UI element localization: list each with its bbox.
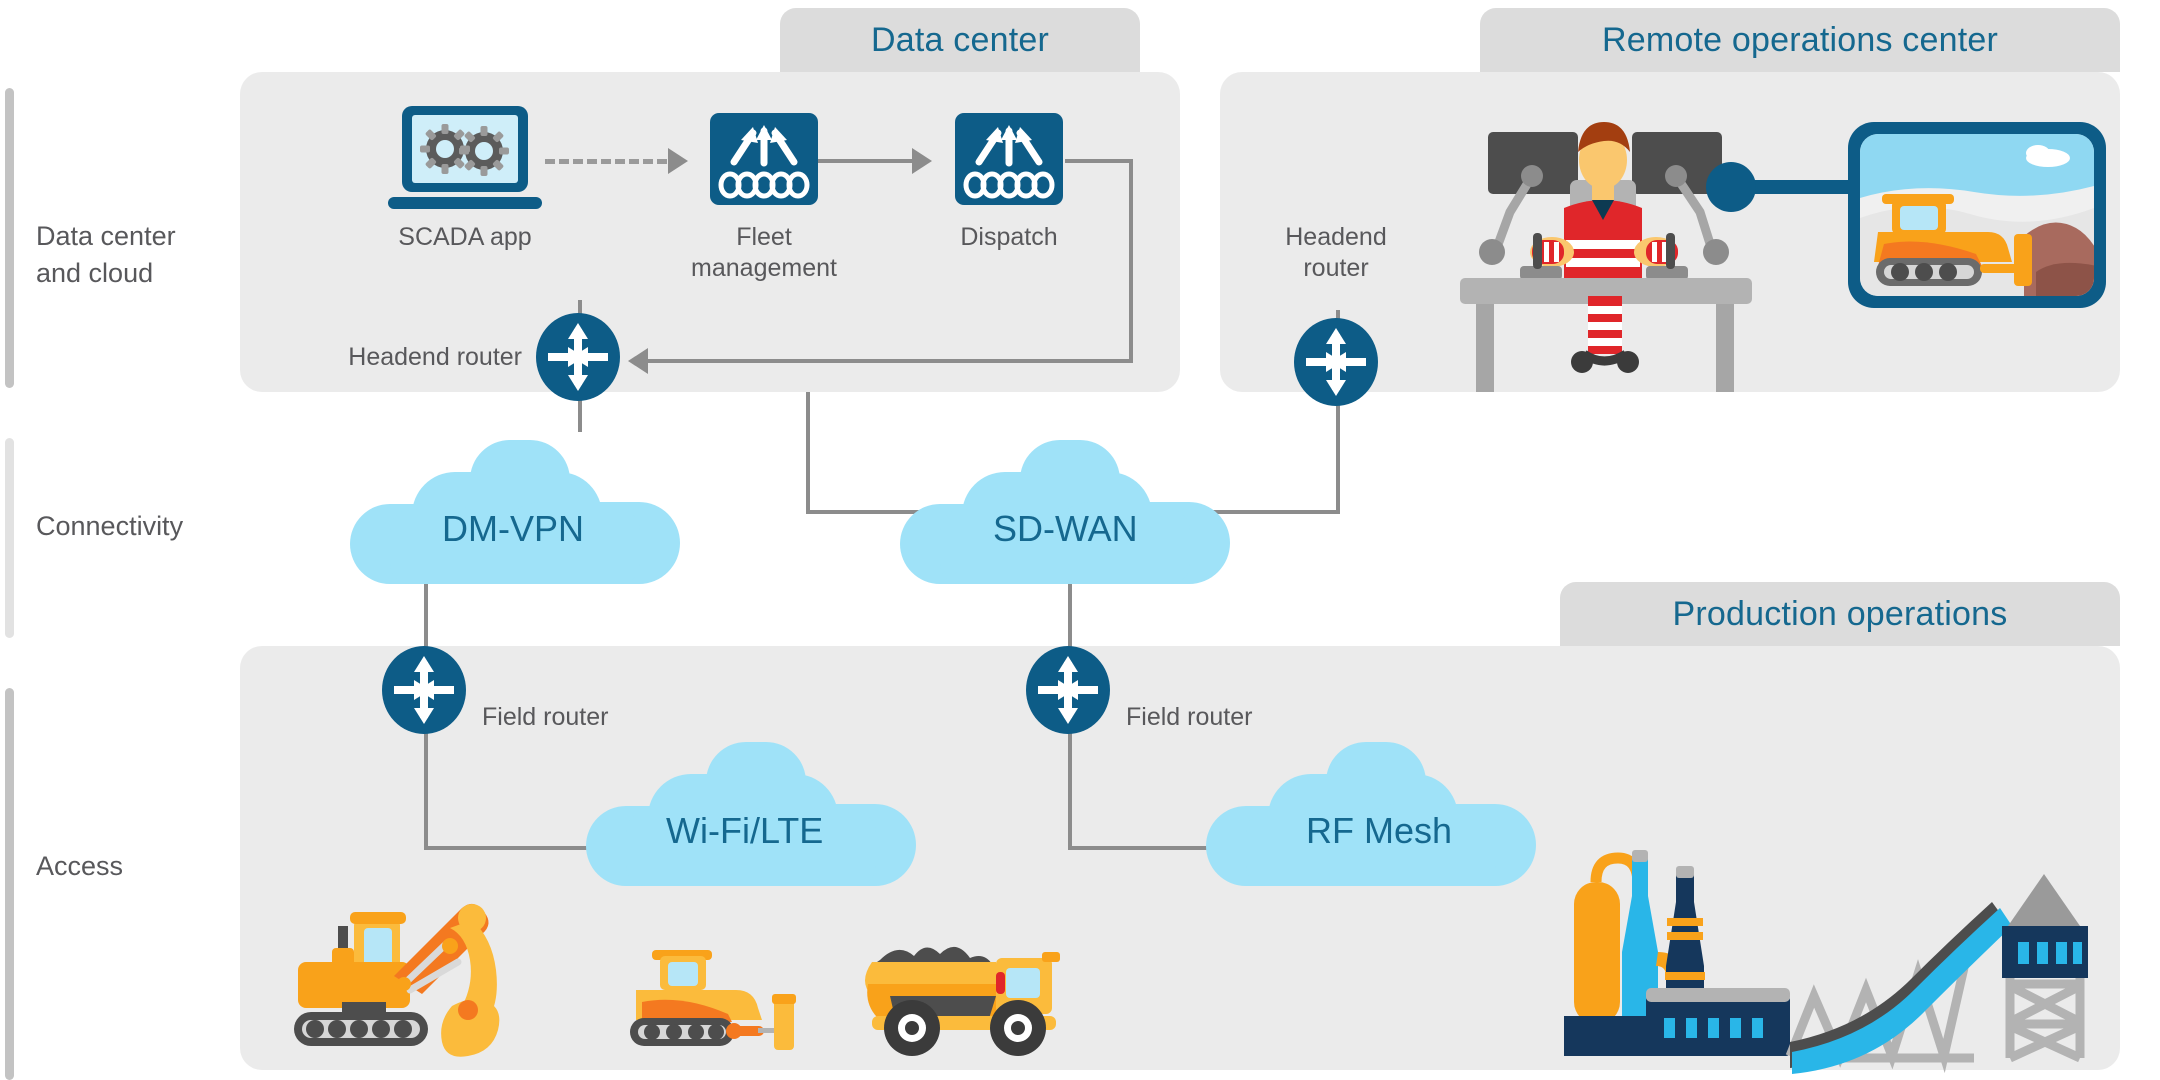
bulldozer-illustration	[616, 946, 826, 1060]
zone-tab-data-center-label: Data center	[871, 20, 1049, 59]
cloud-dmvpn-label: DM-VPN	[442, 508, 584, 549]
link-dispatch-right-segment	[1065, 159, 1133, 163]
row-rail-access	[5, 688, 14, 1080]
excavator-illustration	[286, 890, 586, 1060]
router-icon	[1294, 318, 1378, 406]
diagram-canvas: Data center and cloud Connectivity Acces…	[0, 0, 2160, 1080]
cloud-rfmesh[interactable]: RF Mesh	[1206, 742, 1536, 887]
row-label-access: Access	[36, 851, 124, 881]
link-dispatch-down-segment	[1129, 159, 1133, 363]
haul-truck-illustration	[846, 922, 1066, 1062]
network-switch-icon	[955, 113, 1063, 205]
headend-router-remote-label: Headend router	[1285, 223, 1387, 282]
row-label-connectivity: Connectivity	[36, 511, 184, 541]
fleet-management-label: Fleet management	[691, 223, 837, 282]
network-switch-icon	[710, 113, 818, 205]
bulldozer-video-feed-icon[interactable]	[1848, 122, 2106, 308]
zone-tab-production-ops-label: Production operations	[1672, 594, 2008, 633]
router-icon	[382, 646, 466, 734]
zone-tab-data-center: Data center	[780, 8, 1140, 72]
field-router-right-node[interactable]	[1026, 646, 1110, 734]
cloud-sdwan[interactable]: SD-WAN	[900, 440, 1230, 585]
row-label-data-center-and-cloud: Data center and cloud	[36, 221, 176, 288]
field-router-left-label: Field router	[482, 703, 609, 731]
scada-app-node[interactable]	[380, 104, 550, 224]
field-router-left-node[interactable]	[382, 646, 466, 734]
dispatch-label: Dispatch	[960, 223, 1058, 251]
dispatch-node[interactable]	[955, 113, 1063, 205]
headend-router-dc-label: Headend router	[348, 343, 522, 371]
link-scada-to-fleet-arrowhead	[668, 148, 688, 174]
zone-tab-remote-ops: Remote operations center	[1480, 8, 2120, 72]
headend-router-dc-node[interactable]	[536, 313, 620, 401]
cloud-dmvpn[interactable]: DM-VPN	[350, 440, 680, 585]
link-dc-to-sdwan-vertical	[806, 392, 810, 514]
fleet-management-node[interactable]	[710, 113, 818, 205]
row-rail-data-center	[5, 88, 14, 388]
zone-tab-production-ops: Production operations	[1560, 582, 2120, 646]
headend-router-remote-node[interactable]	[1294, 318, 1378, 406]
router-icon	[1026, 646, 1110, 734]
field-router-right-label: Field router	[1126, 703, 1253, 731]
video-feed-link-dot	[1706, 162, 1756, 212]
link-dispatch-to-headend-arrowhead	[628, 348, 648, 374]
cloud-rfmesh-label: RF Mesh	[1306, 810, 1453, 851]
link-dispatch-to-headend-segment	[640, 359, 1133, 363]
scada-app-label: SCADA app	[398, 223, 532, 251]
cloud-sdwan-label: SD-WAN	[993, 508, 1138, 549]
link-fleet-to-dispatch	[818, 159, 916, 163]
processing-plant-illustration	[1540, 800, 2120, 1074]
laptop-gears-icon	[388, 106, 542, 209]
zone-tab-remote-ops-label: Remote operations center	[1601, 20, 1999, 59]
cloud-wifilte-label: Wi-Fi/LTE	[666, 810, 824, 851]
link-scada-to-fleet	[545, 159, 667, 164]
remote-operator-illustration	[1460, 100, 1860, 392]
cloud-wifilte[interactable]: Wi-Fi/LTE	[586, 742, 916, 887]
router-icon	[536, 313, 620, 401]
link-fleet-to-dispatch-arrowhead	[912, 148, 932, 174]
row-rail-connectivity	[5, 438, 14, 638]
